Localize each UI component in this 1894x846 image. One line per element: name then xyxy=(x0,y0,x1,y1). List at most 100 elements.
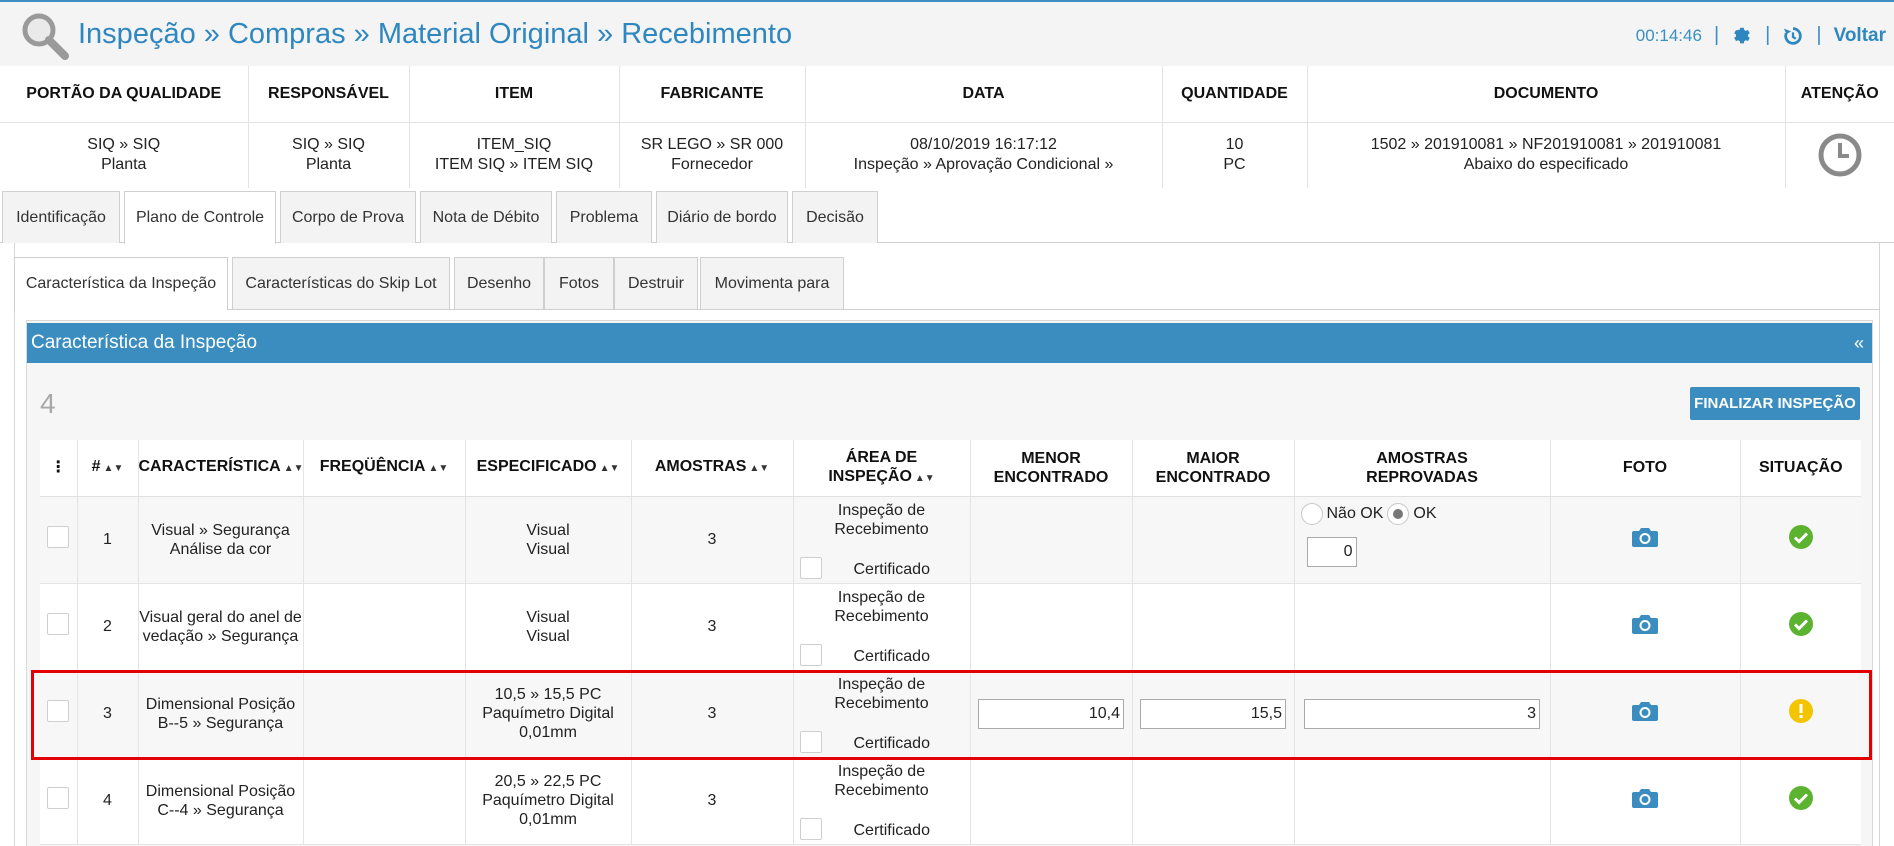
camera-icon[interactable] xyxy=(1631,525,1659,549)
area-text: Inspeção de Recebimento xyxy=(794,762,970,800)
column-menu-icon[interactable]: ⋮ xyxy=(40,440,78,497)
menor-cell xyxy=(970,757,1133,845)
header-especificado[interactable]: ESPECIFICADO ▲▼ xyxy=(465,440,632,497)
radio-nao-ok[interactable] xyxy=(1300,502,1323,525)
row-checkbox[interactable] xyxy=(47,526,70,548)
certificado-label: Certificado xyxy=(853,560,930,578)
certificado-checkbox[interactable] xyxy=(799,817,822,840)
row-num: 2 xyxy=(77,583,139,671)
certificado-checkbox[interactable] xyxy=(799,556,822,579)
row-checkbox[interactable] xyxy=(47,787,70,809)
caracteristica-line: B--5 » Segurança xyxy=(157,714,284,732)
info-header: DATA xyxy=(805,66,1163,123)
subtab-movimenta-para[interactable]: Movimenta para xyxy=(700,257,844,309)
caracteristica-line: Visual geral do anel de xyxy=(139,608,302,626)
main-tabs: Identificação Plano de Controle Corpo de… xyxy=(0,191,1894,244)
tab-problema[interactable]: Problema xyxy=(556,191,652,243)
menor-cell: 10,4 xyxy=(970,670,1133,758)
finalize-inspection-button[interactable]: FINALIZAR INSPEÇÃO xyxy=(1690,387,1860,420)
header-label: # xyxy=(91,458,101,476)
header-num[interactable]: # ▲▼ xyxy=(77,440,139,497)
tab-plano-de-controle[interactable]: Plano de Controle xyxy=(124,191,276,244)
caracteristica-cell: Dimensional Posição C--4 » Segurança xyxy=(138,757,304,845)
area-cell: Inspeção de Recebimento Certificado xyxy=(793,670,971,758)
subtab-destruir[interactable]: Destruir xyxy=(614,257,698,309)
camera-icon[interactable] xyxy=(1631,699,1659,723)
especificado-line: Paquímetro Digital xyxy=(482,792,614,809)
subtab-desenho[interactable]: Desenho xyxy=(454,257,544,309)
info-line: ITEM SIQ » ITEM SIQ xyxy=(434,156,594,174)
back-link[interactable]: Voltar xyxy=(1834,25,1886,47)
info-line: PC xyxy=(1223,156,1246,174)
header-label: AMOSTRAS xyxy=(1376,449,1468,467)
caracteristica-line: Visual » Segurança xyxy=(151,521,290,539)
info-line: Inspeção » Aprovação Condicional » xyxy=(853,156,1114,174)
header-caracteristica[interactable]: CARACTERÍSTICA ▲▼ xyxy=(138,440,304,497)
menor-cell xyxy=(970,583,1133,671)
row-select-cell xyxy=(40,583,78,671)
header-reprovadas: AMOSTRAS REPROVADAS xyxy=(1294,440,1551,497)
header-label: AMOSTRAS xyxy=(654,458,747,476)
area-line: Recebimento xyxy=(834,781,929,799)
characteristics-table: ⋮ # ▲▼ CARACTERÍSTICA ▲▼ FREQÜÊNCIA ▲▼ ESPE… xyxy=(40,440,1861,845)
situacao-cell xyxy=(1740,670,1861,758)
collapse-icon[interactable]: « xyxy=(1854,323,1864,363)
row-checkbox[interactable] xyxy=(47,613,70,635)
amostras-cell: 3 xyxy=(631,583,794,671)
especificado-line: 0,01mm xyxy=(519,724,577,741)
especificado-cell: Visual Visual xyxy=(465,496,632,584)
subtab-fotos[interactable]: Fotos xyxy=(544,257,614,309)
header-label: CARACTERÍSTICA xyxy=(138,458,281,476)
header-maior: MAIOR ENCONTRADO xyxy=(1132,440,1295,497)
header-amostras[interactable]: AMOSTRAS ▲▼ xyxy=(631,440,794,497)
header-label: MENOR xyxy=(1021,449,1081,467)
subtab-skip-lot[interactable]: Características do Skip Lot xyxy=(232,257,450,309)
row-num: 4 xyxy=(77,757,139,845)
record-count: 4 xyxy=(40,388,56,419)
certificado-label: Certificado xyxy=(853,734,930,752)
table-row: 4 Dimensional Posição C--4 » Segurança 20… xyxy=(40,757,1861,845)
especificado-line: 20,5 » 22,5 PC xyxy=(494,773,602,790)
certificado-checkbox[interactable] xyxy=(799,730,822,753)
radio-ok[interactable] xyxy=(1387,502,1410,525)
situacao-cell xyxy=(1740,757,1861,845)
row-select-cell xyxy=(40,757,78,845)
caracteristica-cell: Dimensional Posição B--5 » Segurança xyxy=(138,670,304,758)
reprovadas-input[interactable]: 3 xyxy=(1304,698,1540,729)
header-menor: MENOR ENCONTRADO xyxy=(970,440,1133,497)
history-icon[interactable] xyxy=(1782,25,1804,47)
frequencia-cell xyxy=(303,583,466,671)
row-checkbox[interactable] xyxy=(47,700,70,722)
info-manufacturer: SR LEGO » SR 000 Fornecedor xyxy=(619,122,806,188)
tab-nota-de-debito[interactable]: Nota de Débito xyxy=(420,191,552,243)
gear-icon[interactable] xyxy=(1731,25,1753,47)
tab-decisao[interactable]: Decisão xyxy=(792,191,878,243)
header-label: ENCONTRADO xyxy=(993,468,1109,486)
caracteristica-line: Análise da cor xyxy=(169,540,272,558)
camera-icon[interactable] xyxy=(1631,612,1659,636)
situacao-cell xyxy=(1740,583,1861,671)
tab-diario-de-bordo[interactable]: Diário de bordo xyxy=(656,191,788,243)
tab-corpo-de-prova[interactable]: Corpo de Prova xyxy=(280,191,416,243)
header-area[interactable]: ÁREA DE INSPEÇÃO ▲▼ xyxy=(793,440,971,497)
ok-radio-group: Não OK OK xyxy=(1300,502,1437,525)
camera-icon[interactable] xyxy=(1631,786,1659,810)
reprovadas-input[interactable]: 0 xyxy=(1306,536,1357,567)
info-line: Abaixo do especificado xyxy=(1463,156,1629,174)
info-line: Fornecedor xyxy=(671,156,753,174)
info-line: Planta xyxy=(101,156,147,174)
certificado-checkbox[interactable] xyxy=(799,643,822,666)
header-frequencia[interactable]: FREQÜÊNCIA ▲▼ xyxy=(303,440,466,497)
maior-cell: 15,5 xyxy=(1132,670,1295,758)
reprovadas-cell: Não OK OK 0 xyxy=(1294,496,1551,584)
clock-icon xyxy=(1818,133,1862,177)
subtab-caracteristica-inspecao[interactable]: Característica da Inspeção xyxy=(14,257,228,310)
area-cell: Inspeção de Recebimento Certificado xyxy=(793,496,971,584)
maior-input[interactable]: 15,5 xyxy=(1140,698,1286,729)
tab-identificacao[interactable]: Identificação xyxy=(2,191,120,243)
area-line: Recebimento xyxy=(834,520,929,538)
especificado-line: Visual xyxy=(526,521,570,539)
menor-input[interactable]: 10,4 xyxy=(978,698,1124,729)
row-num: 3 xyxy=(77,670,139,758)
info-line: SIQ » SIQ xyxy=(292,136,365,154)
